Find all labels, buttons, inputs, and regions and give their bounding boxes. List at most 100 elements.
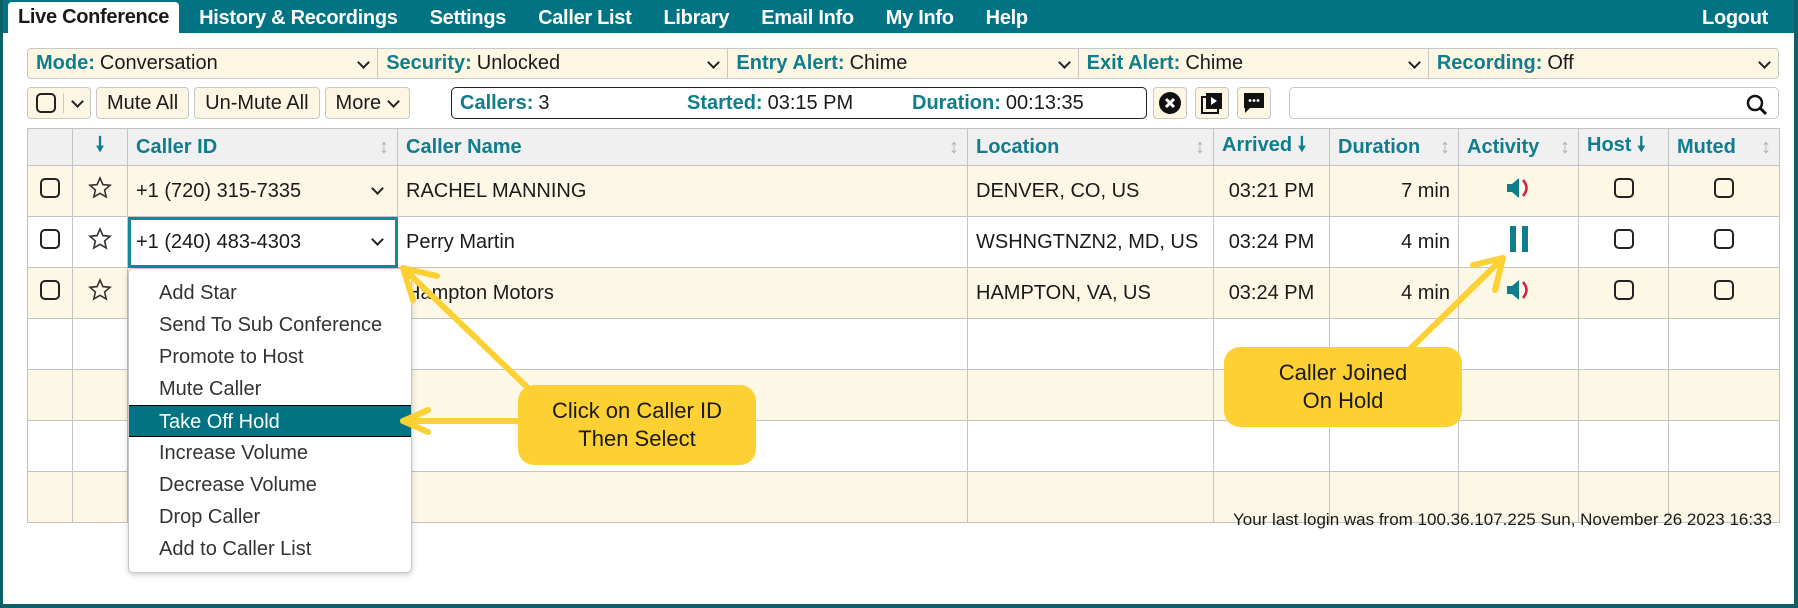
header-location[interactable]: Location ↕ [967,128,1214,166]
playback-button[interactable] [1195,87,1229,119]
conference-duration: Duration: 00:13:35 [912,91,1084,114]
muted-checkbox[interactable] [1668,267,1780,319]
sort-icon: ↕ [1560,135,1570,158]
more-button[interactable]: More [324,87,410,119]
tab-settings[interactable]: Settings [418,3,519,33]
header-caller-id[interactable]: Caller ID ↕ [127,128,398,166]
menu-item-decrease-volume[interactable]: Decrease Volume [129,469,411,501]
checkbox[interactable] [1613,229,1634,249]
header-muted[interactable]: Muted ↕ [1668,128,1780,166]
header-select [27,128,73,166]
callers-count: Callers: 3 [460,91,550,114]
muted-checkbox[interactable] [1668,165,1780,217]
mode-select[interactable]: Mode: Conversation [28,49,379,78]
header-host[interactable]: Host 🠗 [1578,128,1669,166]
tab-history-recordings[interactable]: History & Recordings [187,3,409,33]
search-icon[interactable] [1746,94,1768,116]
search-input[interactable] [1296,89,1736,117]
callout-click-caller-id: Click on Caller ID Then Select [518,385,756,465]
main-nav: Live Conference History & Recordings Set… [3,0,1794,33]
row-select[interactable] [27,267,73,319]
close-circle-icon [1159,92,1181,114]
row-star[interactable] [72,216,128,268]
header-duration[interactable]: Duration ↕ [1329,128,1459,166]
logout-link[interactable]: Logout [1690,3,1780,33]
row-star[interactable] [72,165,128,217]
checkbox[interactable] [1613,178,1634,198]
star-icon[interactable] [88,278,112,302]
row-select[interactable] [27,216,73,268]
caller-duration: 4 min [1329,216,1459,268]
unmute-all-button[interactable]: Un-Mute All [194,87,320,119]
menu-item-send-to-sub-conference[interactable]: Send To Sub Conference [129,309,411,341]
checkbox[interactable] [1613,280,1634,300]
more-label: More [335,91,382,114]
caller-duration: 4 min [1329,267,1459,319]
menu-item-add-star[interactable]: Add Star [129,277,411,309]
started-time: Started: 03:15 PM [687,91,854,114]
menu-item-drop-caller[interactable]: Drop Caller [129,501,411,533]
tab-caller-list[interactable]: Caller List [526,3,643,33]
sort-down-icon: 🠗 [1297,134,1307,156]
caller-id-dropdown[interactable]: +1 (720) 315-7335 [127,165,398,217]
caller-location: DENVER, CO, US [967,165,1214,217]
host-checkbox[interactable] [1578,216,1669,268]
recording-select[interactable]: Recording: Off [1429,49,1778,78]
sort-icon: ↕ [1761,135,1771,158]
mute-all-button[interactable]: Mute All [96,87,190,119]
speaking-icon [1506,280,1528,300]
header-star-sort[interactable]: 🠗 [72,128,128,166]
checkbox[interactable] [1714,229,1734,249]
row-select[interactable] [27,165,73,217]
exit-alert-select[interactable]: Exit Alert: Chime [1079,49,1429,78]
chevron-down-icon [371,235,383,247]
caller-name: Hampton Motors [397,267,968,319]
menu-item-add-to-caller-list[interactable]: Add to Caller List [129,533,411,565]
tab-my-info[interactable]: My Info [874,3,966,33]
tab-live-conference[interactable]: Live Conference [8,2,180,33]
caller-id-dropdown[interactable]: +1 (240) 483-4303 [127,216,398,268]
security-label: Security: [386,52,472,74]
menu-item-increase-volume[interactable]: Increase Volume [129,437,411,469]
star-icon[interactable] [88,176,112,200]
sort-icon: ↕ [1195,135,1205,158]
header-arrived[interactable]: Arrived 🠗 [1213,128,1330,166]
tab-email-info[interactable]: Email Info [749,3,866,33]
security-value: Unlocked [476,52,561,74]
menu-item-promote-to-host[interactable]: Promote to Host [129,341,411,373]
caller-location: HAMPTON, VA, US [967,267,1214,319]
entry-alert-select[interactable]: Entry Alert: Chime [728,49,1079,78]
row-checkbox[interactable] [40,229,60,249]
host-checkbox[interactable] [1578,165,1669,217]
on-hold-icon [1509,226,1528,252]
last-login-info: Your last login was from 100.36.107.225 … [1232,510,1772,529]
chevron-down-icon [1758,58,1770,70]
row-checkbox[interactable] [40,178,60,198]
host-checkbox[interactable] [1578,267,1669,319]
security-select[interactable]: Security: Unlocked [378,49,729,78]
header-activity[interactable]: Activity ↕ [1458,128,1579,166]
checkbox[interactable] [1714,178,1734,198]
tab-library[interactable]: Library [652,3,742,33]
activity-status [1458,165,1579,217]
activity-status [1458,267,1579,319]
select-options-dropdown[interactable] [64,97,90,109]
chat-button[interactable] [1237,87,1271,119]
menu-item-take-off-hold[interactable]: Take Off Hold [129,405,411,437]
end-conference-button[interactable] [1153,87,1187,119]
muted-checkbox[interactable] [1668,216,1780,268]
row-checkbox[interactable] [40,280,60,300]
menu-item-mute-caller[interactable]: Mute Caller [129,373,411,405]
conference-settings-bar: Mode: Conversation Security: Unlocked Entr… [27,48,1779,79]
checkbox[interactable] [1714,280,1734,300]
activity-status [1458,216,1579,268]
caller-toolbar: Mute All Un-Mute All More [27,87,410,119]
tab-help[interactable]: Help [974,3,1040,33]
select-all-checkbox[interactable] [28,93,64,113]
chevron-down-icon [1058,58,1070,70]
star-icon[interactable] [88,227,112,251]
header-caller-name[interactable]: Caller Name ↕ [397,128,968,166]
entry-alert-label: Entry Alert: [736,52,845,74]
row-star[interactable] [72,267,128,319]
sort-down-icon: 🠗 [1637,134,1646,156]
